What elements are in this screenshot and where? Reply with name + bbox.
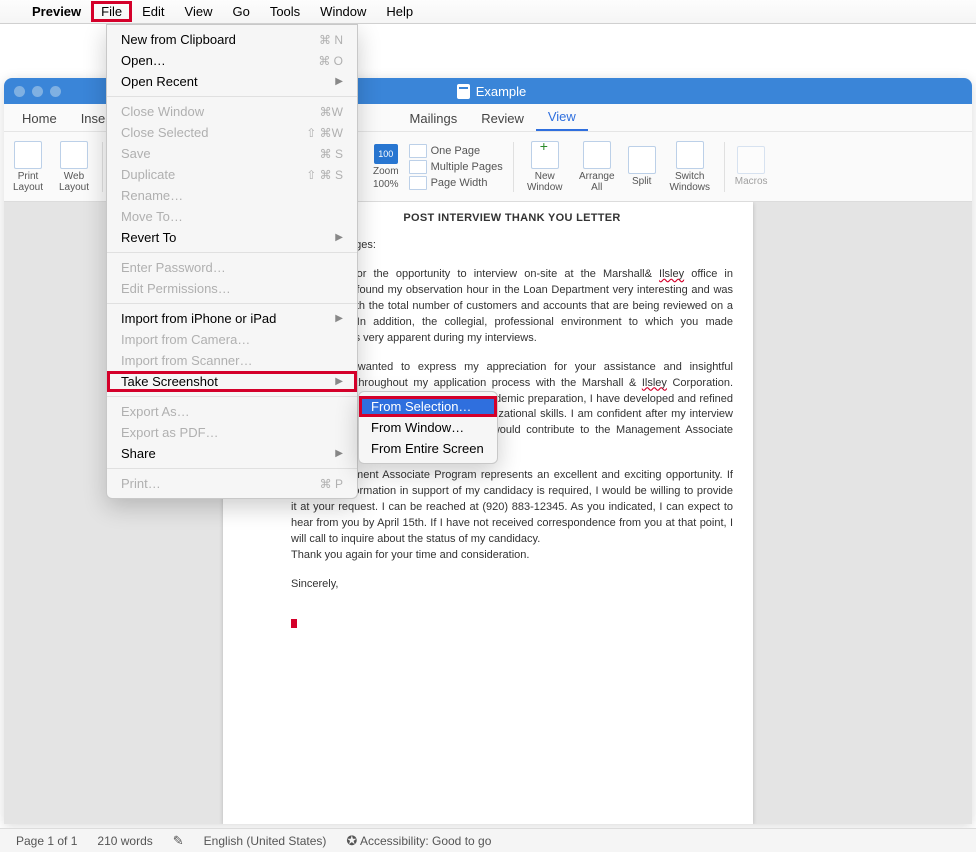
- menu-revert-to[interactable]: Revert To▶: [107, 227, 357, 248]
- chevron-right-icon: ▶: [335, 76, 343, 87]
- tab-mailings[interactable]: Mailings: [398, 106, 470, 131]
- accessibility-icon: ✪: [346, 833, 357, 848]
- text-cursor-icon: [291, 619, 297, 628]
- ribbon-separator: [102, 142, 103, 192]
- ribbon-separator: [513, 142, 514, 192]
- menu-close-selected: Close Selected⇧ ⌘W: [107, 122, 357, 143]
- menu-separator: [107, 396, 357, 397]
- menu-move-to: Move To…: [107, 206, 357, 227]
- new-window-icon: +: [531, 141, 559, 169]
- minimize-icon[interactable]: [32, 86, 43, 97]
- multiple-pages-button[interactable]: Multiple Pages: [409, 159, 503, 175]
- one-page-button[interactable]: One Page: [409, 143, 503, 159]
- menu-import-camera: Import from Camera…: [107, 329, 357, 350]
- menu-open[interactable]: Open…⌘ O: [107, 50, 357, 71]
- close-icon[interactable]: [14, 86, 25, 97]
- maximize-icon[interactable]: [50, 86, 61, 97]
- menu-import-scanner: Import from Scanner…: [107, 350, 357, 371]
- menubar-file[interactable]: File: [91, 1, 132, 22]
- menu-import-iphone[interactable]: Import from iPhone or iPad▶: [107, 308, 357, 329]
- screenshot-submenu: From Selection… From Window… From Entire…: [358, 391, 498, 464]
- tab-home[interactable]: Home: [10, 106, 69, 131]
- file-menu-dropdown: New from Clipboard⌘ N Open…⌘ O Open Rece…: [106, 24, 358, 499]
- chevron-right-icon: ▶: [335, 376, 343, 387]
- window-title: Example: [476, 84, 527, 99]
- menu-share[interactable]: Share▶: [107, 443, 357, 464]
- menu-export-pdf: Export as PDF…: [107, 422, 357, 443]
- zoom-icon: 100: [374, 144, 398, 164]
- split-button[interactable]: Split: [628, 146, 656, 187]
- chevron-right-icon: ▶: [335, 448, 343, 459]
- closing: Sincerely,: [291, 577, 733, 593]
- menubar-help[interactable]: Help: [376, 1, 423, 22]
- menu-new-from-clipboard[interactable]: New from Clipboard⌘ N: [107, 29, 357, 50]
- arrange-all-button[interactable]: Arrange All: [576, 141, 618, 193]
- status-words[interactable]: 210 words: [97, 834, 152, 848]
- submenu-from-window[interactable]: From Window…: [359, 417, 497, 438]
- menu-separator: [107, 96, 357, 97]
- zoom-button[interactable]: 100 Zoom 100%: [373, 144, 399, 190]
- page-width-icon: [409, 176, 427, 190]
- menu-separator: [107, 303, 357, 304]
- web-layout-button[interactable]: Web Layout: [56, 141, 92, 193]
- split-icon: [628, 146, 656, 174]
- submenu-from-entire-screen[interactable]: From Entire Screen: [359, 438, 497, 459]
- menu-take-screenshot[interactable]: Take Screenshot▶: [107, 371, 357, 392]
- new-window-button[interactable]: + New Window: [524, 141, 566, 193]
- multiple-pages-icon: [409, 160, 427, 174]
- menu-save: Save⌘ S: [107, 143, 357, 164]
- menubar-tools[interactable]: Tools: [260, 1, 310, 22]
- macos-menubar: Preview File Edit View Go Tools Window H…: [0, 0, 976, 24]
- menu-duplicate: Duplicate⇧ ⌘ S: [107, 164, 357, 185]
- document-icon: [457, 84, 470, 99]
- chevron-right-icon: ▶: [335, 313, 343, 324]
- menu-export-as: Export As…: [107, 401, 357, 422]
- paragraph-4: Thank you again for your time and consid…: [291, 548, 733, 564]
- menubar-view[interactable]: View: [175, 1, 223, 22]
- one-page-icon: [409, 144, 427, 158]
- status-accessibility[interactable]: ✪ Accessibility: Good to go: [346, 833, 491, 849]
- spelling-error[interactable]: Ilsley: [659, 268, 684, 280]
- menu-enter-password: Enter Password…: [107, 257, 357, 278]
- page-view-stack: One Page Multiple Pages Page Width: [409, 143, 503, 191]
- menu-print: Print…⌘ P: [107, 473, 357, 494]
- status-page[interactable]: Page 1 of 1: [16, 834, 77, 848]
- menubar-window[interactable]: Window: [310, 1, 376, 22]
- menu-open-recent[interactable]: Open Recent▶: [107, 71, 357, 92]
- menu-edit-permissions: Edit Permissions…: [107, 278, 357, 299]
- menu-rename: Rename…: [107, 185, 357, 206]
- tab-review[interactable]: Review: [469, 106, 536, 131]
- spellcheck-icon[interactable]: ✎: [173, 833, 184, 849]
- switch-windows-button[interactable]: Switch Windows: [666, 141, 714, 193]
- switch-windows-icon: [676, 141, 704, 169]
- submenu-from-selection[interactable]: From Selection…: [359, 396, 497, 417]
- menu-separator: [107, 468, 357, 469]
- print-layout-button[interactable]: Print Layout: [10, 141, 46, 193]
- menubar-go[interactable]: Go: [222, 1, 259, 22]
- menu-separator: [107, 252, 357, 253]
- menubar-app-name[interactable]: Preview: [22, 1, 91, 22]
- spelling-error[interactable]: Ilsley: [642, 377, 667, 389]
- status-bar: Page 1 of 1 210 words ✎ English (United …: [0, 828, 976, 852]
- chevron-right-icon: ▶: [335, 232, 343, 243]
- page-width-button[interactable]: Page Width: [409, 175, 503, 191]
- arrange-all-icon: [583, 141, 611, 169]
- status-language[interactable]: English (United States): [204, 834, 327, 848]
- macros-button[interactable]: Macros: [735, 146, 768, 187]
- web-layout-icon: [60, 141, 88, 169]
- macros-icon: [737, 146, 765, 174]
- menubar-edit[interactable]: Edit: [132, 1, 174, 22]
- window-traffic-lights[interactable]: [14, 86, 61, 97]
- menu-close-window: Close Window⌘W: [107, 101, 357, 122]
- ribbon-separator: [724, 142, 725, 192]
- tab-view[interactable]: View: [536, 104, 588, 131]
- print-layout-icon: [14, 141, 42, 169]
